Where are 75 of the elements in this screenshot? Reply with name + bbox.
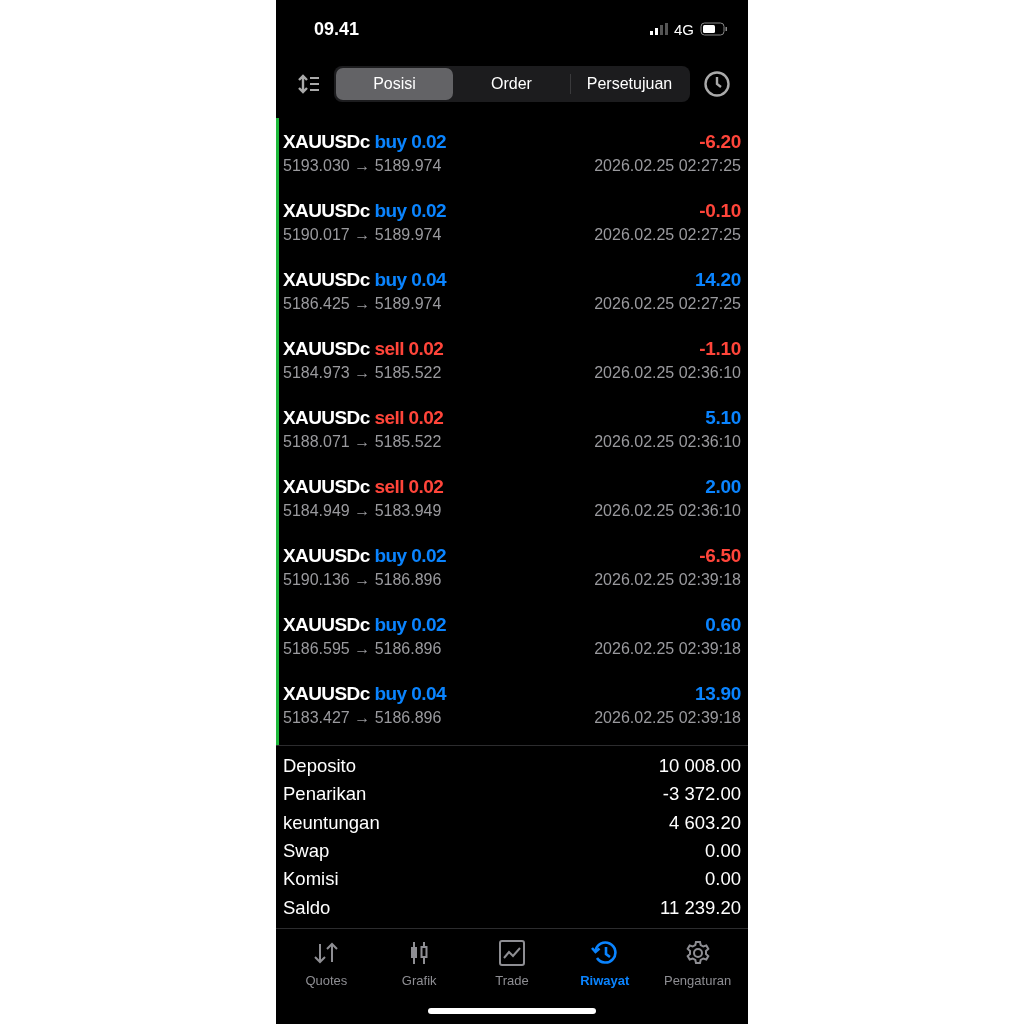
tab-bar-item[interactable]: Pengaturan bbox=[651, 938, 744, 988]
summary-label: Deposito bbox=[283, 755, 356, 778]
trade-time: 2026.02.25 02:36:10 bbox=[594, 363, 741, 382]
summary-label: Penarikan bbox=[283, 783, 367, 806]
symbol-label: XAUUSDc bbox=[283, 199, 370, 222]
order-label: buy 0.02 bbox=[374, 613, 446, 636]
summary-value: 0.00 bbox=[705, 868, 741, 891]
tab[interactable]: Posisi bbox=[336, 68, 453, 100]
symbol-label: XAUUSDc bbox=[283, 130, 370, 153]
summary-label: Swap bbox=[283, 840, 330, 863]
order-label: sell 0.02 bbox=[374, 406, 444, 429]
price-range: 5190.136 → 5186.896 bbox=[283, 570, 443, 589]
profit-value: 2.00 bbox=[704, 475, 741, 498]
symbol-label: XAUUSDc bbox=[283, 406, 370, 429]
profit-value: -6.20 bbox=[698, 130, 741, 153]
trade-time: 2026.02.25 02:39:18 bbox=[594, 708, 741, 727]
tab-bar-item[interactable]: Grafik bbox=[372, 938, 466, 988]
summary-value: 11 239.20 bbox=[660, 896, 741, 919]
arrows-icon bbox=[313, 941, 340, 964]
order-label: buy 0.04 bbox=[374, 682, 446, 705]
price-range: 5188.071 → 5185.522 bbox=[283, 432, 443, 451]
profit-value: 0.60 bbox=[704, 613, 741, 636]
symbol-label: XAUUSDc bbox=[283, 475, 370, 498]
profit-value: -0.10 bbox=[698, 199, 741, 222]
symbol-label: XAUUSDc bbox=[283, 268, 370, 291]
tab-bar-item[interactable]: Riwayat bbox=[558, 938, 652, 988]
clock-icon[interactable] bbox=[704, 71, 730, 97]
summary-value: 4 603.20 bbox=[669, 811, 741, 834]
profit-value: -6.50 bbox=[698, 544, 741, 567]
summary-value: -3 372.00 bbox=[662, 783, 741, 806]
trade-time: 2026.02.25 02:39:18 bbox=[594, 639, 741, 658]
price-range: 5184.973 → 5185.522 bbox=[283, 363, 443, 382]
trade-time: 2026.02.25 02:36:10 bbox=[594, 432, 741, 451]
tab-bar-item[interactable]: Trade bbox=[465, 938, 559, 988]
order-label: buy 0.04 bbox=[374, 268, 446, 291]
price-range: 5183.427 → 5186.896 bbox=[283, 708, 443, 727]
sort-icon[interactable] bbox=[298, 74, 320, 94]
trade-time: 2026.02.25 02:27:25 bbox=[594, 156, 741, 175]
trade-time: 2026.02.25 02:39:18 bbox=[594, 570, 741, 589]
profit-value: 5.10 bbox=[704, 406, 741, 429]
price-range: 5190.017 → 5189.974 bbox=[283, 225, 443, 244]
trade-time: 2026.02.25 02:27:25 bbox=[594, 294, 741, 313]
order-label: buy 0.02 bbox=[374, 199, 446, 222]
tab[interactable]: Order bbox=[453, 68, 570, 100]
order-label: sell 0.02 bbox=[374, 475, 444, 498]
summary-value: 10 008.00 bbox=[658, 755, 741, 778]
order-label: sell 0.02 bbox=[374, 337, 444, 360]
line-chart-icon bbox=[499, 939, 525, 966]
order-label: buy 0.02 bbox=[374, 130, 446, 153]
trade-time: 2026.02.25 02:36:10 bbox=[594, 501, 741, 520]
symbol-label: XAUUSDc bbox=[283, 337, 370, 360]
tab[interactable]: Persetujuan bbox=[571, 68, 688, 100]
signal-icon bbox=[650, 23, 668, 35]
profit-value: 13.90 bbox=[693, 682, 741, 705]
profit-value: 14.20 bbox=[693, 268, 741, 291]
clock-time: 09.41 bbox=[314, 18, 361, 40]
trade-time: 2026.02.25 02:27:25 bbox=[594, 225, 741, 244]
symbol-label: XAUUSDc bbox=[283, 613, 370, 636]
order-label: buy 0.02 bbox=[374, 544, 446, 567]
price-range: 5186.425 → 5189.974 bbox=[283, 294, 443, 313]
tab-bar-item[interactable]: Quotes bbox=[280, 938, 373, 988]
gear-icon bbox=[684, 939, 711, 966]
symbol-label: XAUUSDc bbox=[283, 682, 370, 705]
summary-label: Saldo bbox=[283, 896, 331, 919]
history-icon bbox=[590, 939, 619, 966]
summary-value: 0.00 bbox=[705, 840, 741, 863]
price-range: 5184.949 → 5183.949 bbox=[283, 501, 443, 520]
summary-label: keuntungan bbox=[283, 811, 380, 834]
symbol-label: XAUUSDc bbox=[283, 544, 370, 567]
battery-icon bbox=[700, 22, 728, 36]
network-label: 4G bbox=[674, 20, 694, 38]
profit-value: -1.10 bbox=[698, 337, 741, 360]
price-range: 5193.030 → 5189.974 bbox=[283, 156, 443, 175]
summary-label: Komisi bbox=[283, 868, 339, 891]
price-range: 5186.595 → 5186.896 bbox=[283, 639, 443, 658]
